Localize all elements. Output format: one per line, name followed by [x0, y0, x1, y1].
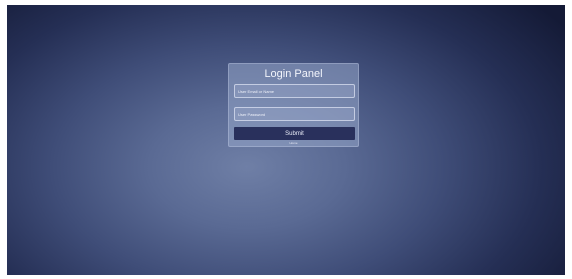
login-panel: Login Panel Submit Home — [228, 63, 359, 147]
password-field[interactable] — [234, 107, 355, 121]
page-background: Login Panel Submit Home — [7, 5, 565, 275]
submit-button[interactable]: Submit — [234, 127, 355, 140]
home-link[interactable]: Home — [229, 141, 358, 145]
email-or-name-field[interactable] — [234, 84, 355, 98]
panel-title: Login Panel — [264, 68, 323, 80]
